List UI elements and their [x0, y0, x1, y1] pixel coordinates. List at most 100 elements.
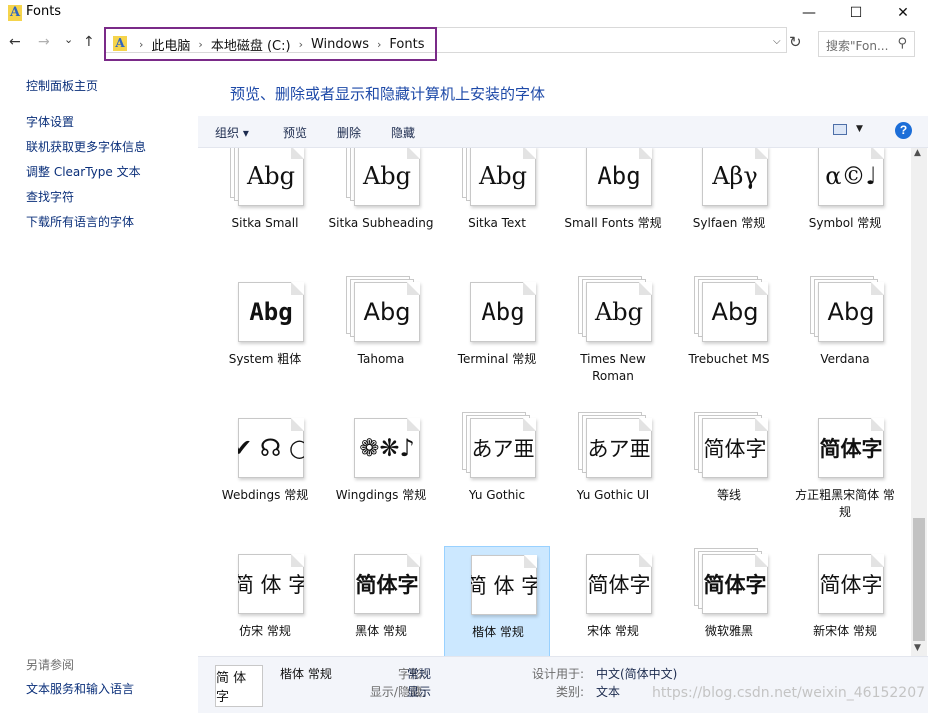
breadcrumb-separator-icon[interactable]: ›: [299, 38, 303, 51]
font-tile[interactable]: Abg Sitka Small: [212, 148, 318, 260]
font-tile[interactable]: Abg Sitka Subheading: [328, 148, 434, 260]
font-tile[interactable]: Abg Verdana: [792, 274, 898, 396]
back-button[interactable]: ←: [9, 34, 21, 50]
preview-button[interactable]: 预览: [283, 124, 307, 141]
breadcrumb-separator-icon[interactable]: ›: [198, 38, 202, 51]
help-icon[interactable]: ?: [895, 122, 912, 139]
font-tile[interactable]: 简体字方正粗黑宋简体 常规: [792, 410, 898, 532]
font-tile[interactable]: Abg Tahoma: [328, 274, 434, 396]
font-tile[interactable]: あア亜 Yu Gothic UI: [560, 410, 666, 532]
address-dropdown-button[interactable]: ⌵: [773, 36, 781, 47]
find-character-link[interactable]: 查找字符: [26, 188, 74, 205]
adjust-cleartype-link[interactable]: 调整 ClearType 文本: [26, 163, 141, 180]
control-panel-home-link[interactable]: 控制面板主页: [26, 77, 98, 94]
designed-for-value: 中文(简体中文): [596, 667, 678, 681]
font-tile[interactable]: あア亜 Yu Gothic: [444, 410, 550, 532]
change-view-icon[interactable]: [833, 124, 847, 135]
breadcrumb-separator-icon[interactable]: ›: [377, 38, 381, 51]
font-tile[interactable]: α©♩ Symbol 常规: [792, 148, 898, 260]
font-tile-label: Small Fonts 常规: [564, 216, 662, 230]
breadcrumb-separator-icon[interactable]: ›: [139, 38, 143, 51]
font-sample-preview: α©♩: [825, 162, 877, 190]
font-tile-label: Verdana: [820, 352, 870, 366]
close-button[interactable]: ✕: [880, 0, 926, 26]
font-tile-label: 仿宋 常规: [239, 624, 291, 638]
vertical-scrollbar[interactable]: ▲ ▼: [911, 148, 927, 656]
get-font-info-online-link[interactable]: 联机获取更多字体信息: [26, 138, 146, 155]
minimize-button[interactable]: —: [786, 0, 832, 26]
font-sample-preview: Abg: [362, 162, 412, 190]
search-icon[interactable]: ⚲: [897, 36, 907, 51]
view-options-dropdown[interactable]: ▼: [856, 124, 863, 134]
font-file-icon: あア亜: [578, 412, 652, 478]
font-file-icon: あア亜: [462, 412, 536, 478]
font-sample-preview: あア亜: [587, 437, 651, 461]
font-tile[interactable]: Aβγ Sylfaen 常规: [676, 148, 782, 260]
font-sample-preview: ❁❋♪: [359, 434, 415, 462]
breadcrumb-item[interactable]: 此电脑: [151, 35, 190, 54]
font-tile[interactable]: 简体字 新宋体 常规: [792, 546, 898, 656]
font-file-icon: 简体字: [810, 412, 884, 478]
font-file-icon: 简体字: [810, 548, 884, 614]
font-file-icon: ✔ ☊ ○: [230, 412, 304, 478]
search-input[interactable]: 搜索"Fon... ⚲: [818, 31, 915, 57]
breadcrumb-item[interactable]: Fonts: [389, 37, 424, 52]
font-tile[interactable]: 简体字 宋体 常规: [560, 546, 666, 656]
font-tile-label: Sylfaen 常规: [692, 216, 766, 230]
scroll-down-arrow[interactable]: ▼: [914, 643, 921, 653]
download-all-fonts-link[interactable]: 下载所有语言的字体: [26, 213, 134, 230]
refresh-button[interactable]: ↻: [789, 33, 802, 51]
font-tile-label: Yu Gothic: [468, 488, 526, 502]
font-file-icon: 简 体 字: [230, 548, 304, 614]
font-tile-label: 方正粗黑宋简体 常规: [795, 488, 895, 519]
font-file-icon: 简体字: [346, 548, 420, 614]
font-sample-preview: Abg: [827, 298, 875, 326]
font-tile[interactable]: 简体字 等线: [676, 410, 782, 532]
font-tile[interactable]: Abg Trebuchet MS: [676, 274, 782, 396]
font-sample-preview: 简体字: [587, 573, 651, 597]
font-tile[interactable]: 简体字 微软雅黑: [676, 546, 782, 656]
font-tile[interactable]: 简体字 黑体 常规: [328, 546, 434, 656]
font-tile-label: 楷体 常规: [472, 625, 524, 639]
font-tile-label: Webdings 常规: [221, 488, 309, 502]
show-hide-value: 显示: [407, 685, 432, 699]
breadcrumb-item[interactable]: Windows: [311, 37, 369, 52]
font-tile-label: Symbol 常规: [808, 216, 882, 230]
selected-font-thumbnail: 简 体 字: [215, 665, 263, 707]
font-tile[interactable]: Abg Terminal 常规: [444, 274, 550, 396]
font-file-icon: α©♩: [810, 148, 884, 206]
font-tile[interactable]: 简 体 字楷体 常规: [444, 546, 550, 656]
up-button[interactable]: ↑: [83, 34, 95, 50]
font-settings-link[interactable]: 字体设置: [26, 113, 74, 130]
font-file-icon: 简体字: [694, 412, 768, 478]
window-title: Fonts: [26, 4, 62, 19]
font-file-icon: 简体字: [694, 548, 768, 614]
text-services-link[interactable]: 文本服务和输入语言: [26, 680, 134, 697]
scroll-up-arrow[interactable]: ▲: [914, 148, 921, 158]
hide-button[interactable]: 隐藏: [391, 124, 415, 141]
forward-button[interactable]: →: [38, 34, 50, 50]
font-file-icon: Abg: [230, 148, 304, 206]
recent-locations-button[interactable]: ⌄: [64, 33, 73, 46]
scrollbar-thumb[interactable]: [913, 518, 925, 641]
font-tile[interactable]: ❁❋♪ Wingdings 常规: [328, 410, 434, 532]
organize-button[interactable]: 组织 ▾: [215, 124, 249, 141]
font-file-icon: Abg: [578, 148, 652, 206]
font-sample-preview: Abg: [246, 162, 296, 190]
font-tile[interactable]: Abg Small Fonts 常规: [560, 148, 666, 260]
font-file-icon: Abg: [462, 276, 536, 342]
maximize-button[interactable]: ☐: [833, 0, 879, 26]
font-file-icon: 简体字: [578, 548, 652, 614]
font-sample-preview: ✔ ☊ ○: [238, 434, 304, 462]
font-tile[interactable]: ✔ ☊ ○ Webdings 常规: [212, 410, 318, 532]
delete-button[interactable]: 删除: [337, 124, 361, 141]
font-file-icon: Abg: [694, 276, 768, 342]
font-tile[interactable]: Abg Sitka Text: [444, 148, 550, 260]
font-tile[interactable]: 简 体 字仿宋 常规: [212, 546, 318, 656]
font-sample-preview: 简体字: [703, 573, 767, 597]
breadcrumb-item[interactable]: 本地磁盘 (C:): [211, 35, 291, 54]
font-file-icon: Abg: [810, 276, 884, 342]
font-sample-preview: あア亜: [471, 437, 535, 461]
font-tile[interactable]: Abg Times New Roman: [560, 274, 666, 396]
font-tile[interactable]: Abg System 粗体: [212, 274, 318, 396]
